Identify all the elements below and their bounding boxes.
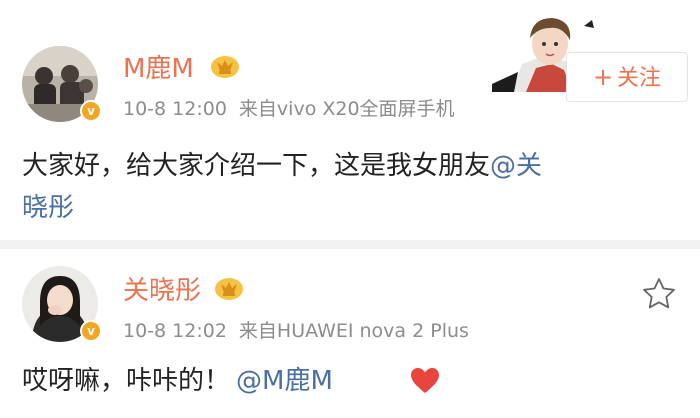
post-time: 10-8 12:02 — [123, 320, 227, 342]
heart-icon — [411, 368, 439, 393]
mention-link[interactable]: @关 — [490, 151, 542, 181]
follow-button[interactable]: + 关注 — [566, 52, 688, 102]
crown-icon — [211, 56, 239, 78]
content-text: 哎呀嘛，咔咔的！ — [22, 366, 231, 396]
verified-badge-icon: v — [80, 100, 102, 122]
post-meta: 10-8 12:00 来自vivo X20全面屏手机 — [123, 94, 455, 121]
post-content: 哎呀嘛，咔咔的！ @M鹿M — [22, 360, 682, 402]
username[interactable]: 关晓彤 — [123, 270, 201, 307]
post-source: 来自vivo X20全面屏手机 — [238, 98, 455, 120]
crown-icon — [215, 278, 243, 300]
username[interactable]: M鹿M — [123, 48, 194, 85]
content-text: 大家好，给大家介绍一下，这是我女朋友 — [22, 151, 491, 181]
verified-badge-icon: v — [80, 320, 102, 342]
post-time: 10-8 12:00 — [123, 98, 227, 120]
mention-link-continued[interactable]: 晓彤 — [22, 193, 74, 223]
star-icon[interactable] — [641, 276, 677, 310]
plus-icon: + — [592, 63, 614, 91]
post-source: 来自HUAWEI nova 2 Plus — [238, 320, 469, 342]
follow-label: 关注 — [617, 66, 662, 91]
weibo-post: v M鹿M 10-8 12:00 来自vivo X20全面屏手机 + 关注 大家好，… — [0, 0, 700, 246]
mention-link[interactable]: @M鹿M — [236, 366, 333, 396]
weibo-post: v 关晓彤 10-8 12:02 来自HUAWEI nova 2 Plus 哎呀嘛… — [0, 246, 700, 418]
post-content: 大家好，给大家介绍一下，这是我女朋友@关 晓彤 — [22, 145, 682, 229]
post-meta: 10-8 12:02 来自HUAWEI nova 2 Plus — [123, 316, 469, 343]
